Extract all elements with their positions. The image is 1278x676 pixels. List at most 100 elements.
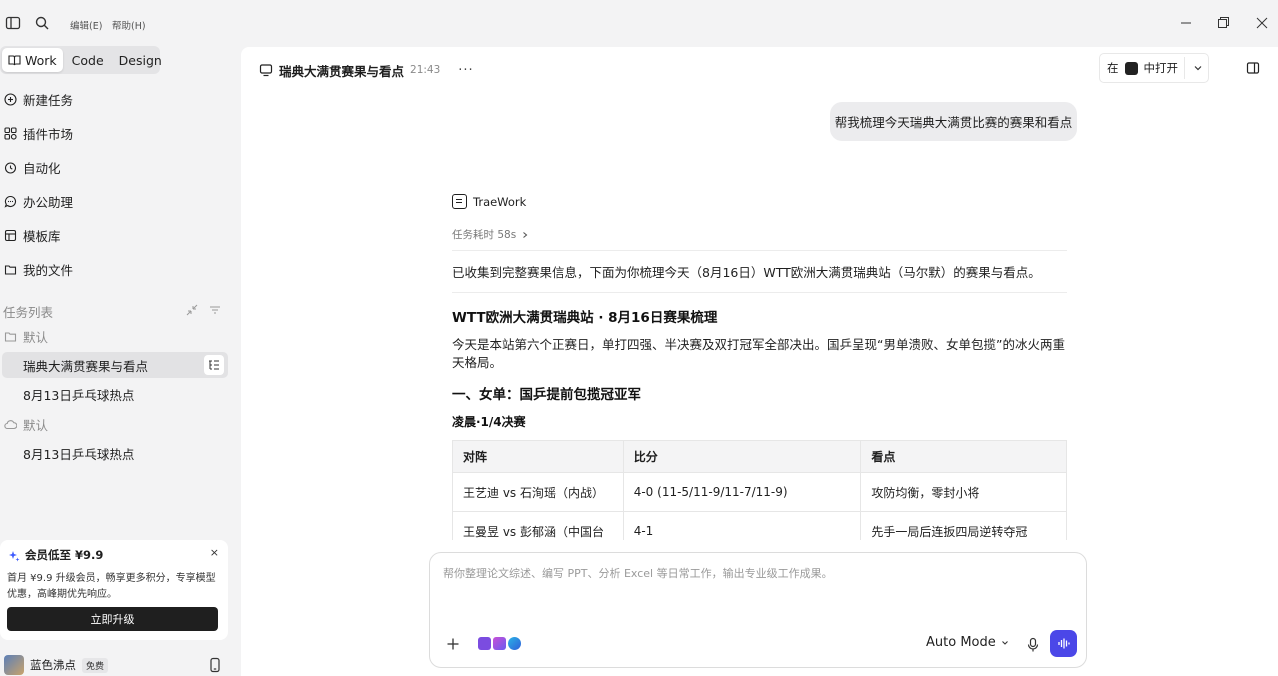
table-cell: 4-1 bbox=[622, 511, 862, 540]
tab-design[interactable]: Design bbox=[113, 48, 168, 72]
response-intro: 今天是本站第六个正赛日，单打四强、半决赛及双打冠军全部决出。国乒呈现“男单溃败、… bbox=[452, 337, 1065, 370]
audio-wave-icon bbox=[1058, 638, 1070, 649]
microphone-icon[interactable] bbox=[1026, 637, 1040, 653]
nav-office-assistant[interactable]: 办公助理 bbox=[4, 189, 73, 213]
user-profile[interactable]: 蓝色沸点 免费 bbox=[4, 654, 109, 676]
group-default-local[interactable]: 默认 bbox=[4, 326, 48, 346]
agent-response-content: WTT欧洲大满贯瑞典站 · 8月16日赛果梳理 今天是本站第六个正赛日，单打四强… bbox=[452, 306, 1067, 540]
response-heading: WTT欧洲大满贯瑞典站 · 8月16日赛果梳理 bbox=[452, 310, 718, 326]
section-heading: 一、女单：国乒提前包揽冠亚军 bbox=[452, 387, 641, 403]
mobile-icon[interactable] bbox=[206, 656, 224, 674]
divider bbox=[452, 292, 1067, 293]
nav-automation-label: 自动化 bbox=[23, 160, 61, 176]
group-label: 默认 bbox=[23, 329, 49, 345]
task-item-sweden-grand-smash[interactable]: 瑞典大满贯赛果与看点 bbox=[2, 352, 228, 378]
user-message-bubble: 帮我梳理今天瑞典大满贯比赛的赛果和看点 bbox=[830, 102, 1077, 141]
nav-new-task-label: 新建任务 bbox=[23, 92, 74, 108]
folder-icon bbox=[4, 264, 17, 275]
agent-name: TraeWork bbox=[473, 194, 527, 209]
promo-close-icon[interactable]: × bbox=[210, 546, 219, 559]
task-outline-button[interactable] bbox=[204, 355, 224, 375]
task-duration-toggle[interactable]: 任务耗时 58s bbox=[452, 227, 529, 242]
nav-automation[interactable]: 自动化 bbox=[4, 155, 61, 179]
terminal-app-icon bbox=[1124, 61, 1138, 75]
task-item-aug13-hotspots[interactable]: 8月13日乒乓球热点 bbox=[2, 381, 228, 407]
nav-my-files[interactable]: 我的文件 bbox=[4, 257, 73, 281]
table-cell: 先手一局后连扳四局逆转夺冠 bbox=[860, 511, 1067, 540]
task-list-title: 任务列表 bbox=[3, 305, 54, 320]
nav-plugin-market-label: 插件市场 bbox=[23, 126, 74, 142]
group-default-cloud[interactable]: 默认 bbox=[4, 414, 48, 434]
nav-office-assistant-label: 办公助理 bbox=[23, 194, 74, 210]
title-bar: 编辑(E) 帮助(H) bbox=[0, 0, 1278, 46]
table-cell: 攻防均衡，零封小将 bbox=[860, 472, 1067, 512]
group-label: 默认 bbox=[23, 417, 49, 433]
voice-send-button[interactable] bbox=[1050, 630, 1077, 657]
promo-title: 会员低至 ¥9.9 bbox=[25, 548, 104, 562]
user-name: 蓝色沸点 bbox=[30, 658, 76, 672]
table-header-row: 对阵 比分 看点 bbox=[452, 440, 1067, 473]
plugin-market-icon bbox=[4, 126, 17, 140]
task-duration: 任务耗时 58s bbox=[452, 229, 517, 241]
table-header-cell: 比分 bbox=[622, 440, 862, 473]
chevron-down-icon[interactable] bbox=[1192, 62, 1204, 74]
message-input[interactable] bbox=[443, 567, 1063, 580]
right-panel-toggle-icon[interactable] bbox=[1246, 61, 1260, 75]
agent-summary: 已收集到完整赛果信息，下面为你梳理今天（8月16日）WTT欧洲大满贯瑞典站（马尔… bbox=[452, 265, 1041, 280]
clock-icon bbox=[4, 161, 17, 174]
menu-help[interactable]: 帮助(H) bbox=[112, 18, 146, 32]
collapse-icon[interactable] bbox=[186, 304, 198, 316]
outline-list-icon bbox=[209, 360, 219, 370]
nav-template-library[interactable]: 模板库 bbox=[4, 223, 61, 247]
filter-icon[interactable] bbox=[209, 304, 221, 316]
chat-icon bbox=[4, 195, 16, 208]
sidebar: Work Code Design 新建任务 插件市场 自动化 办公助理 模板库 … bbox=[0, 46, 240, 676]
task-item-aug13-hotspots-cloud[interactable]: 8月13日乒乓球热点 bbox=[2, 440, 228, 466]
minimize-icon[interactable] bbox=[1177, 14, 1195, 32]
chat-title: 瑞典大满贯赛果与看点 bbox=[279, 63, 405, 79]
avatar bbox=[4, 655, 24, 675]
tool-icons bbox=[478, 637, 521, 650]
cloud-icon bbox=[4, 419, 17, 429]
tab-work[interactable]: Work bbox=[2, 48, 63, 72]
subsection-heading: 凌晨·1/4决赛 bbox=[452, 415, 526, 429]
book-icon bbox=[8, 55, 21, 66]
upgrade-button[interactable]: 立即升级 bbox=[7, 607, 218, 631]
open-in-button[interactable]: 在 中打开 bbox=[1099, 53, 1209, 83]
mode-tabs: Work Code Design bbox=[0, 46, 162, 74]
table-cell: 王艺迪 vs 石洵瑶（内战） bbox=[452, 472, 624, 512]
image-tool-icon[interactable] bbox=[493, 637, 506, 650]
membership-promo-card: 会员低至 ¥9.9 × 首月 ¥9.9 升级会员，畅享更多积分，专享模型优惠，高… bbox=[0, 540, 228, 640]
table-row: 王曼昱 vs 彭郁涵（中国台 4-1 先手一局后连扳四局逆转夺冠 bbox=[452, 511, 1067, 540]
chat-header: 瑞典大满贯赛果与看点 21:43 ··· bbox=[259, 61, 474, 79]
video-tool-icon[interactable] bbox=[478, 637, 491, 650]
new-task-icon bbox=[4, 92, 17, 106]
menu-edit[interactable]: 编辑(E) bbox=[70, 18, 102, 32]
add-attachment-icon[interactable] bbox=[446, 637, 460, 651]
main-panel: 瑞典大满贯赛果与看点 21:43 ··· 在 中打开 帮我梳理今天瑞典大满贯比赛… bbox=[241, 47, 1278, 676]
more-options-icon[interactable]: ··· bbox=[458, 63, 473, 78]
monitor-icon bbox=[259, 64, 273, 77]
tab-code[interactable]: Code bbox=[63, 48, 113, 72]
traework-logo-icon bbox=[452, 194, 467, 209]
mode-selector[interactable]: Auto Mode bbox=[926, 635, 1010, 650]
open-in-label: 中打开 bbox=[1143, 61, 1179, 75]
plan-badge: 免费 bbox=[82, 657, 109, 673]
search-icon[interactable] bbox=[34, 15, 50, 31]
table-cell: 王曼昱 vs 彭郁涵（中国台 bbox=[452, 511, 624, 540]
task-item-label: 8月13日乒乓球热点 bbox=[23, 387, 135, 403]
message-composer: Auto Mode bbox=[429, 552, 1087, 668]
table-header-cell: 看点 bbox=[860, 440, 1067, 473]
agent-header: TraeWork bbox=[452, 194, 526, 209]
maximize-icon[interactable] bbox=[1214, 14, 1232, 32]
sidebar-toggle-icon[interactable] bbox=[5, 15, 21, 31]
nav-plugin-market[interactable]: 插件市场 bbox=[4, 121, 73, 145]
divider bbox=[452, 250, 1067, 251]
folder-icon bbox=[4, 331, 17, 342]
task-item-label: 瑞典大满贯赛果与看点 bbox=[23, 358, 149, 374]
browser-tool-icon[interactable] bbox=[508, 637, 521, 650]
nav-new-task[interactable]: 新建任务 bbox=[4, 87, 73, 111]
nav-template-library-label: 模板库 bbox=[23, 228, 61, 244]
promo-description: 首月 ¥9.9 升级会员，畅享更多积分，专享模型优惠，高峰期优先响应。 bbox=[7, 573, 216, 600]
close-window-icon[interactable] bbox=[1253, 14, 1271, 32]
